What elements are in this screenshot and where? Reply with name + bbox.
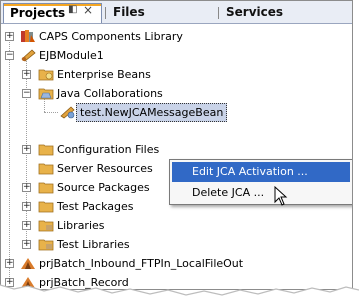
ejb-module-icon — [21, 49, 36, 62]
expand-icon[interactable]: + — [22, 70, 31, 79]
java-bean-icon — [60, 106, 75, 119]
tree-node-label: Server Resources — [57, 162, 153, 175]
tree-node-ejbmodule[interactable]: − EJBModule1 — [1, 46, 341, 65]
tree-node-message-bean[interactable]: test.NewJCAMessageBean — [1, 103, 341, 122]
tab-bar: Projects ◧ × Files Services — [1, 1, 352, 24]
menu-item-label: Delete JCA ... — [192, 186, 265, 199]
folder-icon — [38, 201, 54, 213]
folder-icon — [38, 182, 54, 194]
tab-separator — [218, 7, 219, 19]
mouse-cursor-icon — [274, 186, 288, 206]
library-icon — [21, 30, 35, 42]
tree-node-label: Libraries — [57, 219, 105, 232]
tab-projects-label: Projects — [10, 6, 66, 20]
tab-services[interactable]: Services — [220, 3, 283, 23]
tree-node-label: Test Packages — [57, 200, 134, 213]
tree-node-label: CAPS Components Library — [39, 30, 183, 43]
tree-node-label: prjBatch_Inbound_FTPIn_LocalFileOut — [39, 257, 244, 270]
menu-item-edit-jca-activation[interactable]: Edit JCA Activation ... — [172, 162, 350, 182]
folder-icon — [38, 220, 54, 232]
expand-icon[interactable]: + — [5, 32, 14, 41]
tab-files[interactable]: Files — [107, 3, 145, 23]
tree-node-java-collaborations[interactable]: − Java Collaborations — [1, 84, 341, 103]
tree-node-configuration-files[interactable]: + Configuration Files — [1, 140, 341, 159]
tree-node-label: EJBModule1 — [39, 49, 104, 62]
tree-node-label: Source Packages — [57, 181, 150, 194]
tab-separator — [105, 7, 106, 19]
expand-icon[interactable]: + — [22, 221, 31, 230]
tree-node-label: Test Libraries — [57, 238, 130, 251]
tree-node-prj-inbound[interactable]: + prjBatch_Inbound_FTPIn_LocalFileOut — [1, 254, 351, 273]
expand-icon[interactable]: + — [5, 259, 14, 268]
tree-node-caps[interactable]: + CAPS Components Library — [1, 27, 341, 46]
project-icon — [21, 258, 35, 269]
collapse-icon[interactable]: − — [5, 51, 14, 60]
folder-icon — [38, 69, 54, 81]
tree-node-label: Enterprise Beans — [57, 68, 151, 81]
folder-icon — [38, 163, 54, 175]
expand-icon[interactable]: + — [22, 240, 31, 249]
tree-node-label: Configuration Files — [57, 143, 160, 156]
tree-node-enterprise-beans[interactable]: + Enterprise Beans — [1, 65, 341, 84]
folder-icon — [38, 239, 54, 251]
tab-services-label: Services — [226, 5, 284, 19]
folder-icon — [38, 88, 54, 100]
close-tab-icon[interactable]: × — [83, 3, 93, 17]
tree-node-label: test.NewJCAMessageBean — [76, 103, 228, 122]
folder-icon — [38, 144, 54, 156]
collapse-icon[interactable]: − — [22, 89, 31, 98]
menu-item-delete-jca[interactable]: Delete JCA ... — [172, 183, 350, 203]
expand-icon[interactable]: + — [22, 145, 31, 154]
tree-node-libraries[interactable]: + Libraries — [1, 216, 341, 235]
expand-icon[interactable]: + — [22, 202, 31, 211]
tab-files-label: Files — [113, 5, 145, 19]
tree-node-test-libraries[interactable]: + Test Libraries — [1, 235, 341, 254]
tree-node-label: Java Collaborations — [57, 87, 163, 100]
restore-window-icon[interactable]: ◧ — [68, 4, 77, 15]
context-menu: Edit JCA Activation ... Delete JCA ... — [169, 159, 352, 206]
expand-icon[interactable]: + — [22, 183, 31, 192]
torn-edge — [0, 284, 359, 303]
projects-window: Projects ◧ × Files Services + CAPS Compo… — [0, 0, 353, 290]
menu-item-label: Edit JCA Activation ... — [192, 165, 308, 178]
